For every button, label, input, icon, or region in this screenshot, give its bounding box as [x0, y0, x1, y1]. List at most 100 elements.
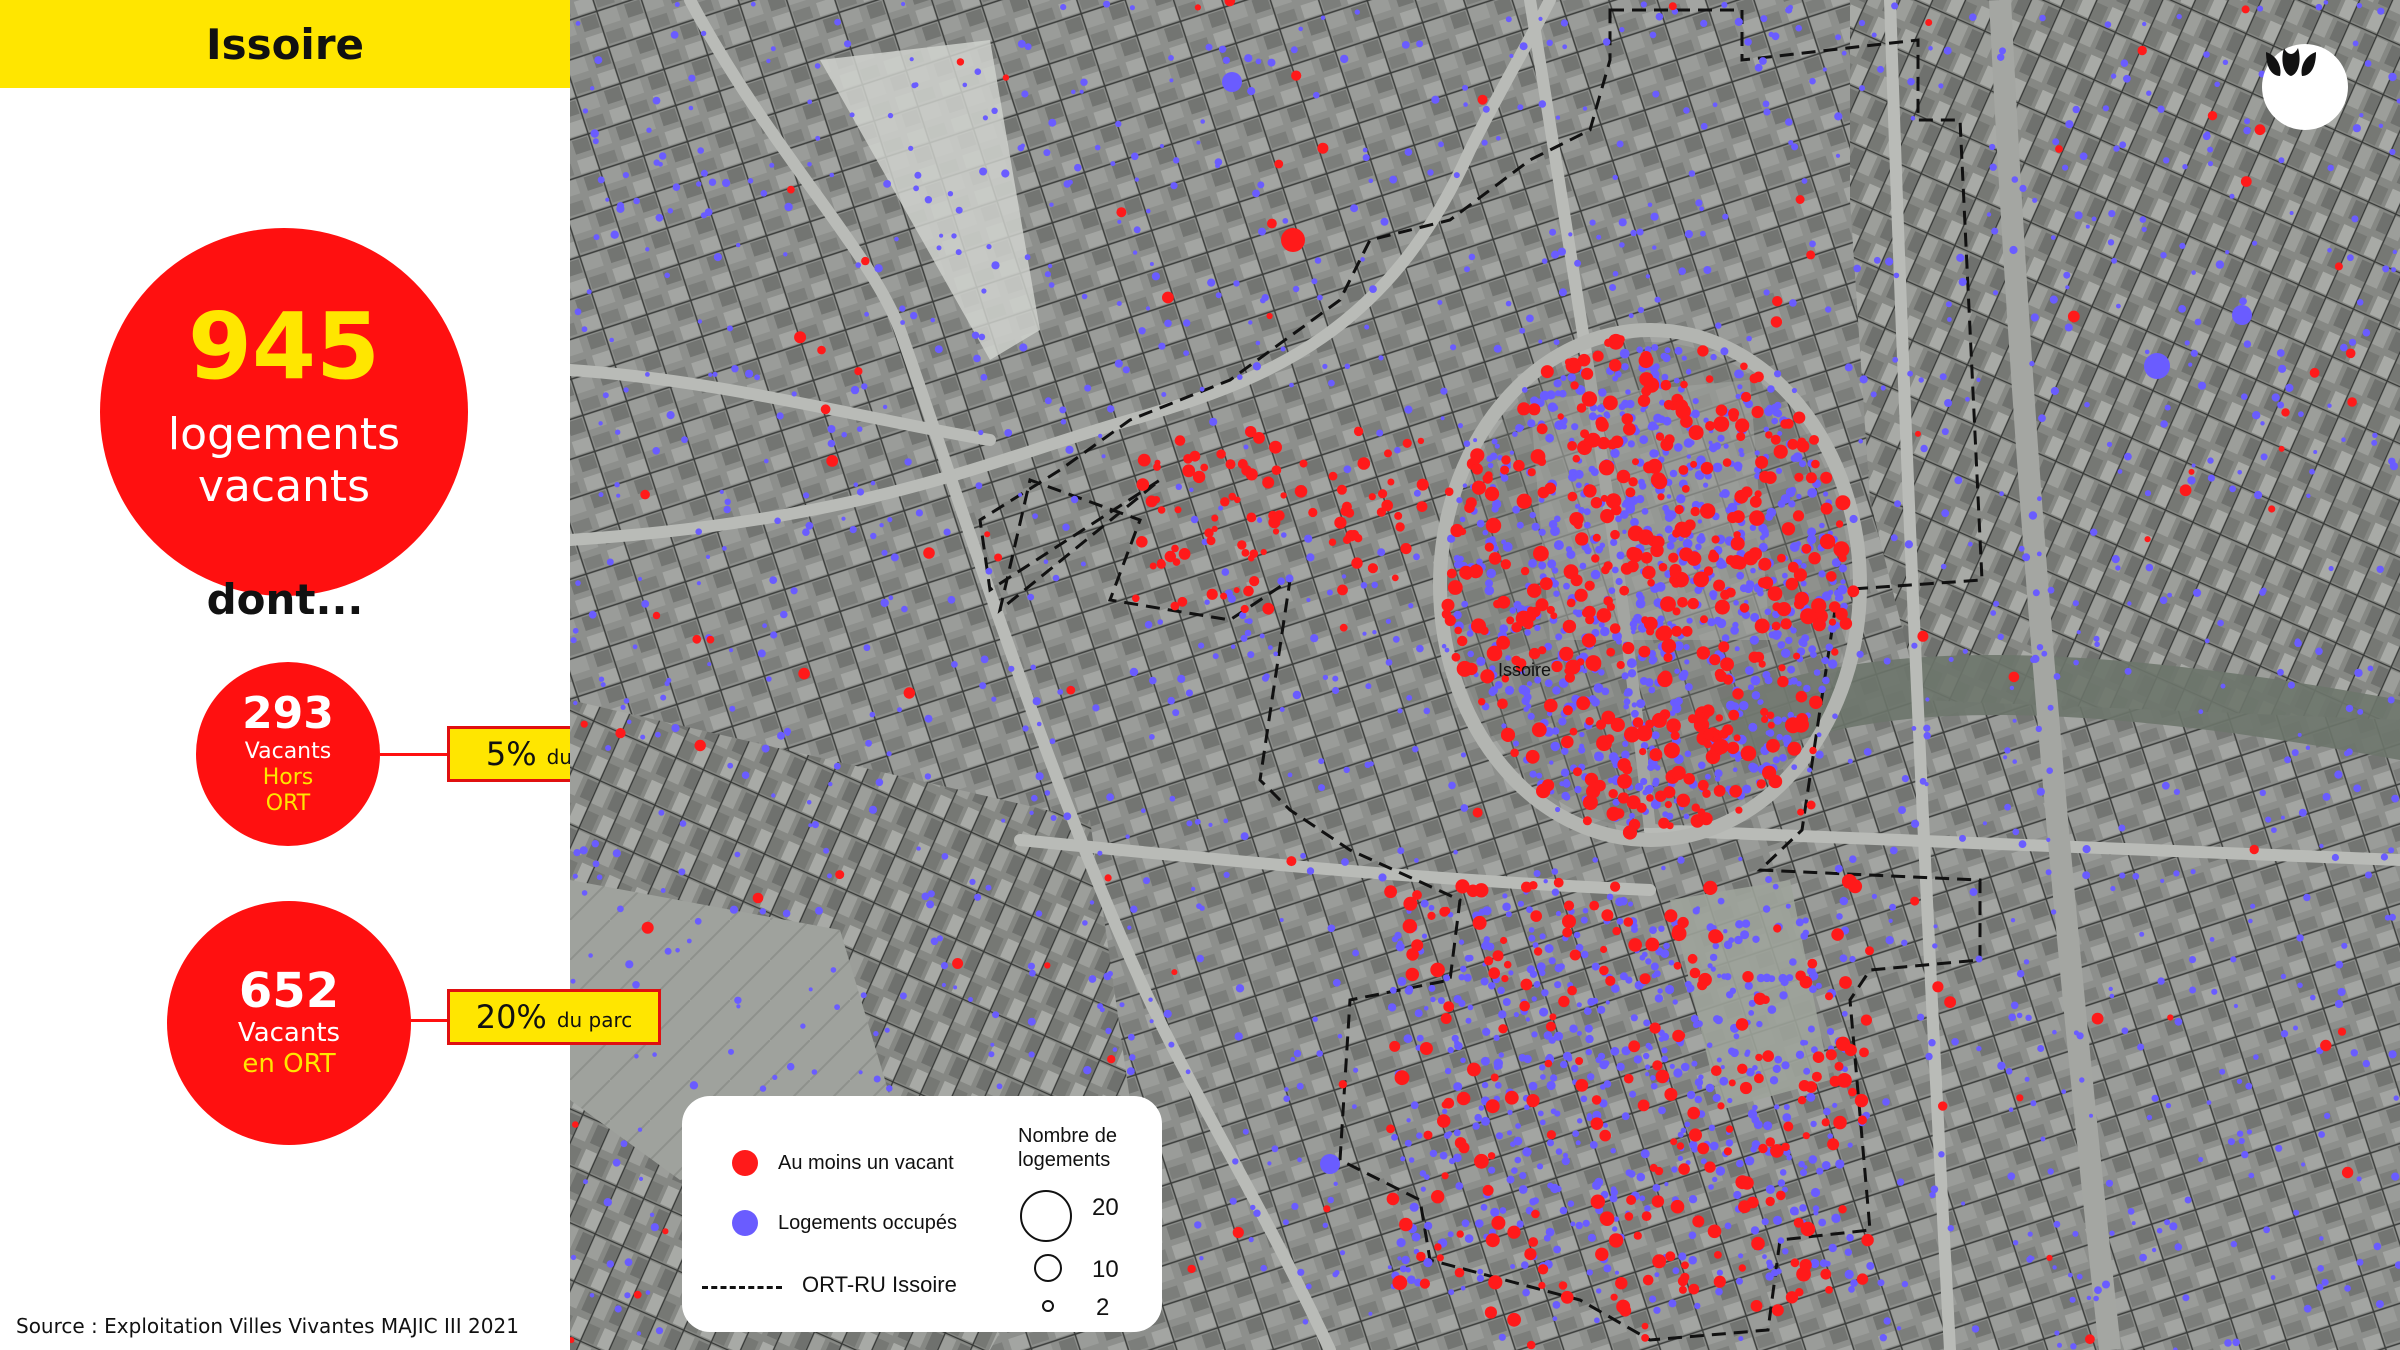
occupied-dot [2090, 528, 2098, 536]
occupied-dot [638, 1176, 644, 1181]
occupied-dot [1362, 631, 1367, 636]
occupied-dot [1621, 1112, 1630, 1121]
occupied-dot [1404, 148, 1413, 156]
occupied-dot [2085, 224, 2090, 229]
occupied-dot [1748, 1010, 1755, 1016]
occupied-dot [2388, 72, 2397, 82]
vacant-dot [1616, 660, 1625, 670]
vacant-dot [1561, 735, 1574, 749]
vacant-dot [1378, 489, 1388, 499]
occupied-dot [1684, 980, 1692, 988]
occupied-dot [1668, 1299, 1677, 1308]
vacant-dot [1633, 1231, 1642, 1240]
occupied-dot [1159, 144, 1164, 148]
vacant-dot [1626, 795, 1641, 810]
occupied-dot [884, 1027, 890, 1033]
occupied-dot [1420, 899, 1429, 908]
occupied-dot [1781, 1061, 1790, 1070]
occupied-dot [1568, 232, 1573, 237]
occupied-dot [1847, 1142, 1853, 1148]
occupied-dot [2245, 1082, 2253, 1090]
occupied-dot [2107, 239, 2115, 246]
vacant-dot [2207, 111, 2218, 121]
occupied-dot [1553, 590, 1560, 597]
occupied-dot [1629, 812, 1635, 819]
vacant-dot [1688, 1283, 1700, 1295]
vacant-dot [1762, 1050, 1774, 1062]
occupied-dot [1674, 697, 1683, 706]
occupied-dot [1502, 902, 1511, 912]
occupied-dot [1561, 791, 1570, 800]
occupied-dot [2084, 401, 2090, 408]
occupied-dot [2067, 1272, 2073, 1278]
occupied-dot [1566, 550, 1576, 559]
vacant-dot [1663, 399, 1674, 410]
occupied-dot [1645, 1072, 1650, 1077]
occupied-dot [1248, 320, 1253, 325]
occupied-dot [1080, 78, 1088, 86]
occupied-dot [1508, 970, 1514, 976]
vacant-dot [1663, 652, 1673, 663]
occupied-dot [1587, 1073, 1595, 1081]
vacant-dot [1399, 1217, 1413, 1232]
occupied-dot [951, 233, 957, 239]
vacant-dot [1787, 438, 1799, 450]
occupied-dot [1627, 440, 1635, 448]
vacant-dot [1484, 542, 1494, 552]
map-view[interactable]: Issoire Au moins un vacant Logements occ… [570, 0, 2400, 1350]
occupied-dot [968, 997, 973, 1002]
occupied-dot [598, 676, 605, 682]
occupied-dot [1759, 57, 1767, 65]
vacant-dot [1583, 436, 1594, 447]
occupied-dot [1588, 412, 1597, 421]
occupied-dot [704, 208, 713, 217]
occupied-dot [1688, 1231, 1697, 1240]
vacant-dot [1785, 717, 1801, 734]
vacant-dot [1610, 1293, 1618, 1301]
occupied-dot [2391, 794, 2399, 803]
occupied-dot [1409, 1202, 1419, 1212]
occupied-dot [664, 272, 670, 279]
vacant-dot [1856, 1273, 1869, 1285]
occupied-dot [2328, 565, 2334, 572]
occupied-dot [1626, 399, 1635, 409]
occupied-dot [2341, 942, 2348, 949]
vacant-dot [1650, 543, 1664, 558]
occupied-dot [1877, 1279, 1885, 1287]
occupied-dot [887, 517, 893, 523]
occupied-dot [1677, 1155, 1683, 1161]
vacant-dot [1713, 579, 1726, 592]
occupied-dot [591, 840, 599, 848]
occupied-dot [729, 648, 734, 653]
occupied-dot [1596, 1288, 1602, 1294]
vacant-dot [1758, 1143, 1768, 1154]
occupied-dot [1212, 653, 1219, 660]
occupied-dot [641, 600, 650, 608]
occupied-dot [2132, 872, 2140, 880]
occupied-dot [1477, 1268, 1484, 1275]
vacant-dot [1323, 1205, 1331, 1213]
vacant-dot [1544, 698, 1558, 713]
occupied-dot [1807, 1025, 1815, 1033]
occupied-dot [770, 46, 776, 52]
occupied-dot [1168, 1041, 1175, 1048]
occupied-dot [1208, 822, 1213, 828]
occupied-dot [1501, 539, 1507, 545]
occupied-dot [2356, 2, 2363, 9]
occupied-dot [1700, 230, 1706, 237]
occupied-dot [688, 105, 694, 111]
occupied-dot [1282, 218, 1289, 224]
occupied-dot [2389, 462, 2398, 471]
vacant-dot [1799, 975, 1813, 989]
vacant-dot [1200, 463, 1209, 472]
occupied-dot [1148, 997, 1153, 1002]
occupied-dot [881, 549, 888, 556]
vacant-dot [1729, 555, 1744, 569]
occupied-dot [1268, 645, 1273, 650]
occupied-dot [2387, 696, 2395, 704]
left-info-panel: Issoire 945 logements vacants dont... 29… [0, 0, 570, 1350]
vacant-dot [1612, 926, 1621, 936]
occupied-dot [1717, 434, 1725, 442]
occupied-dot [598, 421, 603, 426]
occupied-dot [667, 208, 674, 214]
